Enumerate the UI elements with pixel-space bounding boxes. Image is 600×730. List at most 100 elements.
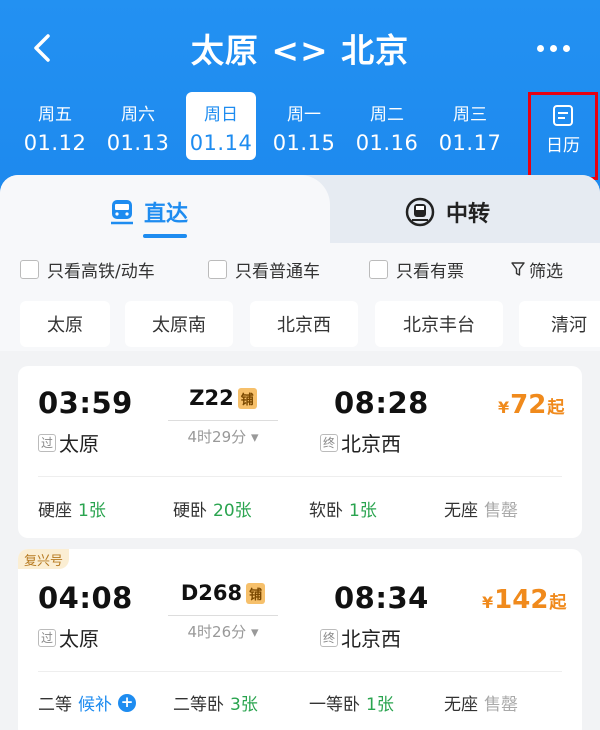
tab-direct[interactable]: 直达	[110, 195, 188, 229]
price-symbol: ¥	[482, 593, 494, 612]
transfer-train-icon	[405, 197, 435, 227]
seat-no-seat: 无座 售罄	[444, 690, 518, 715]
date-weekday: 周二	[370, 105, 404, 125]
seat-first-sleeper: 一等卧 1张	[309, 690, 394, 715]
calendar-label: 日历	[546, 136, 580, 156]
duration[interactable]: 4时29分 ▾	[168, 426, 278, 447]
seat-name: 一等卧	[309, 695, 360, 715]
departure-station: 过 太原	[38, 623, 99, 652]
departure-time: 04:08	[38, 581, 133, 615]
seat-count: 1张	[349, 501, 377, 521]
filter-row: 只看高铁/动车 只看普通车 只看有票 筛选	[0, 243, 600, 293]
train-number-group: D268 铺	[168, 581, 278, 605]
seat-count: 1张	[78, 501, 106, 521]
date-value: 01.15	[272, 131, 336, 155]
arrival-station: 终 北京西	[320, 428, 401, 457]
price-symbol: ¥	[498, 398, 510, 417]
station-chip-taiyuan[interactable]: 太原	[20, 301, 110, 347]
seat-second-sleeper: 二等卧 3张	[173, 690, 258, 715]
duration-text: 4时26分	[187, 623, 247, 641]
terminal-tag: 终	[320, 433, 338, 452]
date-value: 01.17	[438, 131, 502, 155]
date-weekday: 周三	[453, 105, 487, 125]
date-value: 01.16	[355, 131, 419, 155]
train-number: Z22	[189, 386, 234, 410]
departure-station: 过 太原	[38, 428, 99, 457]
date-item-0117[interactable]: 周三 01.17	[435, 92, 505, 160]
filter-available[interactable]: 只看有票	[369, 257, 464, 282]
route-line	[168, 615, 278, 616]
date-selector: 周五 01.12 周六 01.13 周日 01.14 周一 01.15 周二 0…	[0, 92, 600, 172]
more-dots-icon	[536, 44, 544, 52]
seat-count: 20张	[213, 501, 252, 521]
arrival-station-name: 北京西	[341, 432, 401, 456]
date-weekday: 周五	[38, 105, 72, 125]
train-number-group: Z22 铺	[168, 386, 278, 410]
station-chip-beijing-fengtai[interactable]: 北京丰台	[375, 301, 503, 347]
duration-text: 4时29分	[187, 428, 247, 446]
price-suffix: 起	[549, 593, 567, 613]
departure-station-name: 太原	[59, 627, 99, 651]
date-weekday: 周六	[121, 105, 155, 125]
date-item-0116[interactable]: 周二 01.16	[352, 92, 422, 160]
train-card-d268[interactable]: 04:08 D268 铺 4时26分 ▾ 08:34 ¥ 142 起 过 太原 …	[18, 549, 582, 730]
page-title: 太原 <> 北京	[190, 31, 410, 70]
station-chips: 太原 太原南 北京西 北京丰台 清河	[0, 293, 600, 351]
checkbox-high-speed[interactable]	[20, 259, 39, 279]
duration[interactable]: 4时26分 ▾	[168, 621, 278, 642]
date-item-0114-selected[interactable]: 周日 01.14	[186, 92, 256, 160]
seat-name: 硬座	[38, 501, 72, 521]
price-amount: 72	[510, 390, 547, 420]
sleeper-badge: 铺	[237, 387, 257, 409]
seat-name: 软卧	[309, 501, 343, 521]
route-line	[168, 420, 278, 421]
date-item-0113[interactable]: 周六 01.13	[103, 92, 173, 160]
arrival-time: 08:28	[334, 386, 429, 420]
filter-normal[interactable]: 只看普通车	[208, 257, 320, 282]
date-value: 01.12	[23, 131, 87, 155]
sleeper-badge: 铺	[246, 582, 266, 604]
station-chip-qinghe[interactable]: 清河	[519, 301, 600, 347]
train-number: D268	[180, 581, 243, 605]
seat-name: 无座	[444, 501, 478, 521]
more-button[interactable]	[528, 30, 578, 66]
station-chip-beijing-west[interactable]: 北京西	[250, 301, 358, 347]
train-card-z22[interactable]: 03:59 Z22 铺 4时29分 ▾ 08:28 ¥ 72 起 过 太原 终 …	[18, 366, 582, 538]
more-dot	[562, 44, 570, 52]
add-waitlist-icon[interactable]: +	[118, 693, 136, 712]
tab-transfer-label: 中转	[446, 202, 491, 227]
date-item-0115[interactable]: 周一 01.15	[269, 92, 339, 160]
calendar-button[interactable]: 日历	[528, 92, 598, 180]
card-divider	[38, 671, 562, 672]
fuxing-tag: 复兴号	[18, 549, 70, 569]
filter-normal-label: 只看普通车	[235, 261, 320, 282]
date-value: 01.14	[189, 131, 253, 155]
departure-time: 03:59	[38, 386, 133, 420]
filter-high-speed-label: 只看高铁/动车	[47, 261, 155, 282]
filter-button[interactable]: 筛选	[511, 257, 563, 282]
checkbox-normal[interactable]	[208, 259, 227, 279]
filter-available-label: 只看有票	[396, 261, 464, 282]
station-chip-taiyuan-south[interactable]: 太原南	[125, 301, 233, 347]
tab-transfer[interactable]: 中转	[404, 195, 490, 229]
seat-count: 售罄	[484, 695, 518, 715]
tab-active-indicator	[143, 234, 187, 238]
top-bar: 太原 <> 北京	[0, 0, 600, 92]
date-weekday: 周一	[287, 105, 321, 125]
date-item-0112[interactable]: 周五 01.12	[20, 92, 90, 160]
price-amount: 142	[494, 585, 549, 615]
seat-soft-sleeper: 软卧 1张	[309, 496, 377, 521]
seat-count: 3张	[230, 695, 258, 715]
seat-second-class[interactable]: 二等 候补 +	[38, 690, 136, 715]
header-bar: 太原 <> 北京 周五 01.12 周六 01.13 周日 01.14 周一 0…	[0, 0, 600, 200]
waitlist-text: 候补	[78, 695, 112, 715]
price: ¥ 142 起	[482, 585, 566, 615]
departure-station-name: 太原	[59, 432, 99, 456]
arrival-station-name: 北京西	[341, 627, 401, 651]
filter-high-speed[interactable]: 只看高铁/动车	[20, 257, 155, 282]
seat-name: 二等卧	[173, 695, 224, 715]
checkbox-available[interactable]	[369, 259, 388, 279]
arrival-station: 终 北京西	[320, 623, 401, 652]
card-divider	[38, 476, 562, 477]
seat-name: 二等	[38, 695, 72, 715]
